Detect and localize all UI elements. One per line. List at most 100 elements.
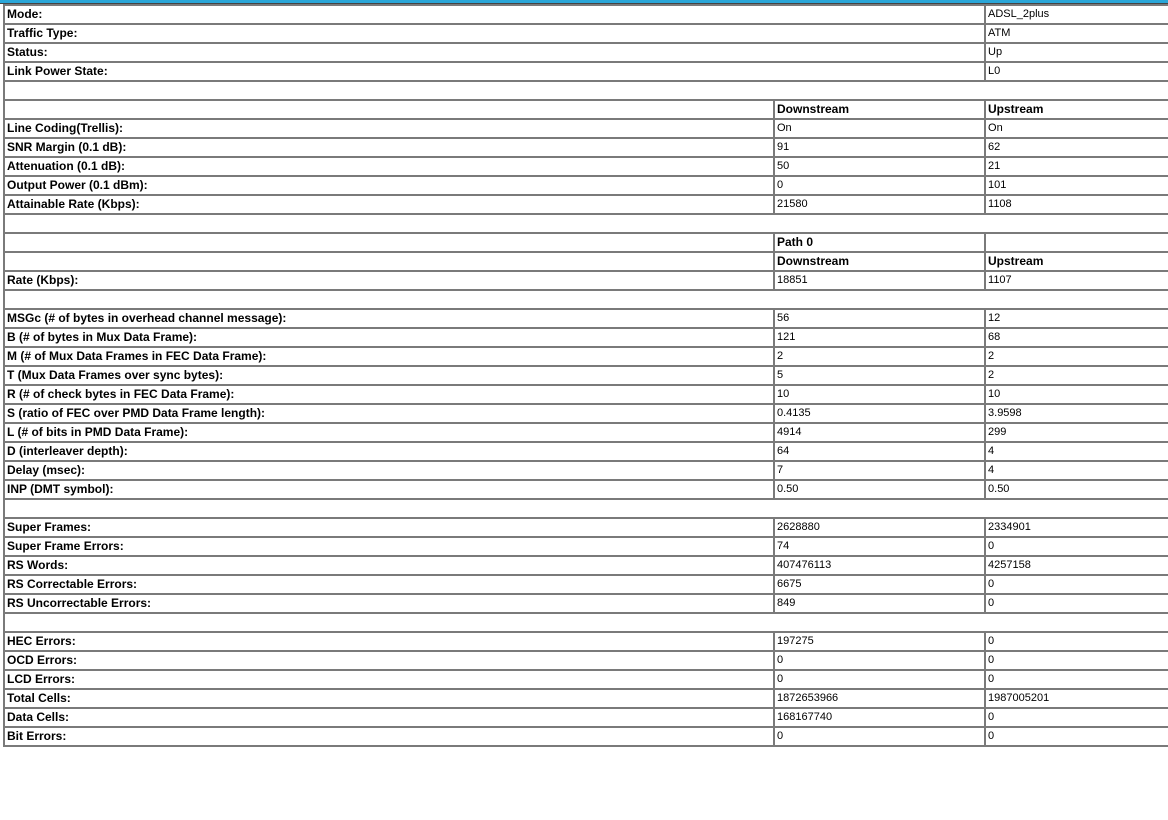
row-label: RS Words: [3, 555, 775, 576]
empty-cell [3, 232, 775, 253]
table-row: Path 0 [3, 232, 1168, 253]
table-row: Traffic Type: ATM [2, 23, 1168, 44]
row-label: M (# of Mux Data Frames in FEC Data Fram… [3, 346, 775, 367]
downstream-value: 0 [772, 175, 987, 196]
rate-label: Rate (Kbps): [3, 270, 775, 291]
downstream-value: 1872653966 [772, 688, 987, 709]
adsl-statistics-table: Mode: ADSL_2plus Traffic Type: ATM Statu… [2, 4, 1168, 747]
downstream-header: Downstream [772, 251, 987, 272]
upstream-header: Upstream [984, 99, 1168, 120]
downstream-value: 7 [772, 460, 987, 481]
upstream-value: 2 [984, 365, 1168, 386]
row-label: Output Power (0.1 dBm): [3, 175, 775, 196]
spacer-row [2, 80, 1168, 101]
row-label: Super Frames: [3, 517, 775, 538]
upstream-value: 1108 [984, 194, 1168, 215]
upstream-header: Upstream [984, 251, 1168, 272]
table-row: Total Cells: 1872653966 1987005201 [3, 688, 1168, 709]
downstream-value: 5 [772, 365, 987, 386]
downstream-value: On [772, 118, 987, 139]
table-row: Super Frames: 2628880 2334901 [3, 517, 1168, 538]
mode-value: ADSL_2plus [984, 4, 1168, 25]
downstream-value: 2 [772, 346, 987, 367]
spacer-cell [2, 289, 1168, 310]
spacer-row [2, 289, 1168, 310]
upstream-value: 12 [984, 308, 1168, 329]
downstream-value: 91 [772, 137, 987, 158]
upstream-value: 101 [984, 175, 1168, 196]
row-label: Total Cells: [3, 688, 775, 709]
upstream-value: 0 [984, 669, 1168, 690]
downstream-value: 197275 [772, 631, 987, 652]
upstream-value: 21 [984, 156, 1168, 177]
table-row: RS Uncorrectable Errors: 849 0 [3, 593, 1168, 614]
upstream-value: 2 [984, 346, 1168, 367]
downstream-value: 0.4135 [772, 403, 987, 424]
downstream-value: 64 [772, 441, 987, 462]
spacer-row [2, 498, 1168, 519]
mode-label: Mode: [2, 4, 987, 25]
table-row: Super Frame Errors: 74 0 [3, 536, 1168, 557]
table-row: B (# of bytes in Mux Data Frame): 121 68 [3, 327, 1168, 348]
spacer-cell [2, 612, 1168, 633]
table-row: INP (DMT symbol): 0.50 0.50 [3, 479, 1168, 500]
upstream-value: 4 [984, 441, 1168, 462]
table-row: Delay (msec): 7 4 [3, 460, 1168, 481]
downstream-value: 849 [772, 593, 987, 614]
empty-cell [984, 232, 1168, 253]
upstream-value: 3.9598 [984, 403, 1168, 424]
upstream-value: 4 [984, 460, 1168, 481]
link-power-state-label: Link Power State: [2, 61, 987, 82]
row-label: LCD Errors: [3, 669, 775, 690]
upstream-value: 0 [984, 574, 1168, 595]
row-label: D (interleaver depth): [3, 441, 775, 462]
downstream-value: 121 [772, 327, 987, 348]
row-label: T (Mux Data Frames over sync bytes): [3, 365, 775, 386]
row-label: Data Cells: [3, 707, 775, 728]
table-row: L (# of bits in PMD Data Frame): 4914 29… [3, 422, 1168, 443]
row-label: SNR Margin (0.1 dB): [3, 137, 775, 158]
table-row: MSGc (# of bytes in overhead channel mes… [3, 308, 1168, 329]
upstream-value: 2334901 [984, 517, 1168, 538]
traffic-type-value: ATM [984, 23, 1168, 44]
table-row: RS Words: 407476113 4257158 [3, 555, 1168, 576]
traffic-type-label: Traffic Type: [2, 23, 987, 44]
table-row: Downstream Upstream [3, 99, 1168, 120]
downstream-value: 168167740 [772, 707, 987, 728]
table-row: D (interleaver depth): 64 4 [3, 441, 1168, 462]
link-power-state-value: L0 [984, 61, 1168, 82]
table-row: RS Correctable Errors: 6675 0 [3, 574, 1168, 595]
table-row: Rate (Kbps): 18851 1107 [3, 270, 1168, 291]
spacer-cell [2, 498, 1168, 519]
row-label: OCD Errors: [3, 650, 775, 671]
upstream-value: 62 [984, 137, 1168, 158]
downstream-value: 6675 [772, 574, 987, 595]
upstream-value: 299 [984, 422, 1168, 443]
status-label: Status: [2, 42, 987, 63]
table-row: M (# of Mux Data Frames in FEC Data Fram… [3, 346, 1168, 367]
spacer-row [2, 612, 1168, 633]
upstream-value: 0.50 [984, 479, 1168, 500]
status-value: Up [984, 42, 1168, 63]
table-row: HEC Errors: 197275 0 [3, 631, 1168, 652]
spacer-cell [2, 213, 1168, 234]
downstream-value: 50 [772, 156, 987, 177]
table-row: Link Power State: L0 [2, 61, 1168, 82]
downstream-value: 10 [772, 384, 987, 405]
upstream-value: 10 [984, 384, 1168, 405]
table-row: Line Coding(Trellis): On On [3, 118, 1168, 139]
table-row: R (# of check bytes in FEC Data Frame): … [3, 384, 1168, 405]
empty-cell [3, 99, 775, 120]
downstream-value: 0 [772, 669, 987, 690]
downstream-header: Downstream [772, 99, 987, 120]
downstream-value: 21580 [772, 194, 987, 215]
upstream-value: On [984, 118, 1168, 139]
downstream-value: 74 [772, 536, 987, 557]
downstream-value: 0 [772, 650, 987, 671]
row-label: R (# of check bytes in FEC Data Frame): [3, 384, 775, 405]
downstream-value: 56 [772, 308, 987, 329]
row-label: Attainable Rate (Kbps): [3, 194, 775, 215]
row-label: RS Uncorrectable Errors: [3, 593, 775, 614]
upstream-value: 1107 [984, 270, 1168, 291]
upstream-value: 0 [984, 536, 1168, 557]
